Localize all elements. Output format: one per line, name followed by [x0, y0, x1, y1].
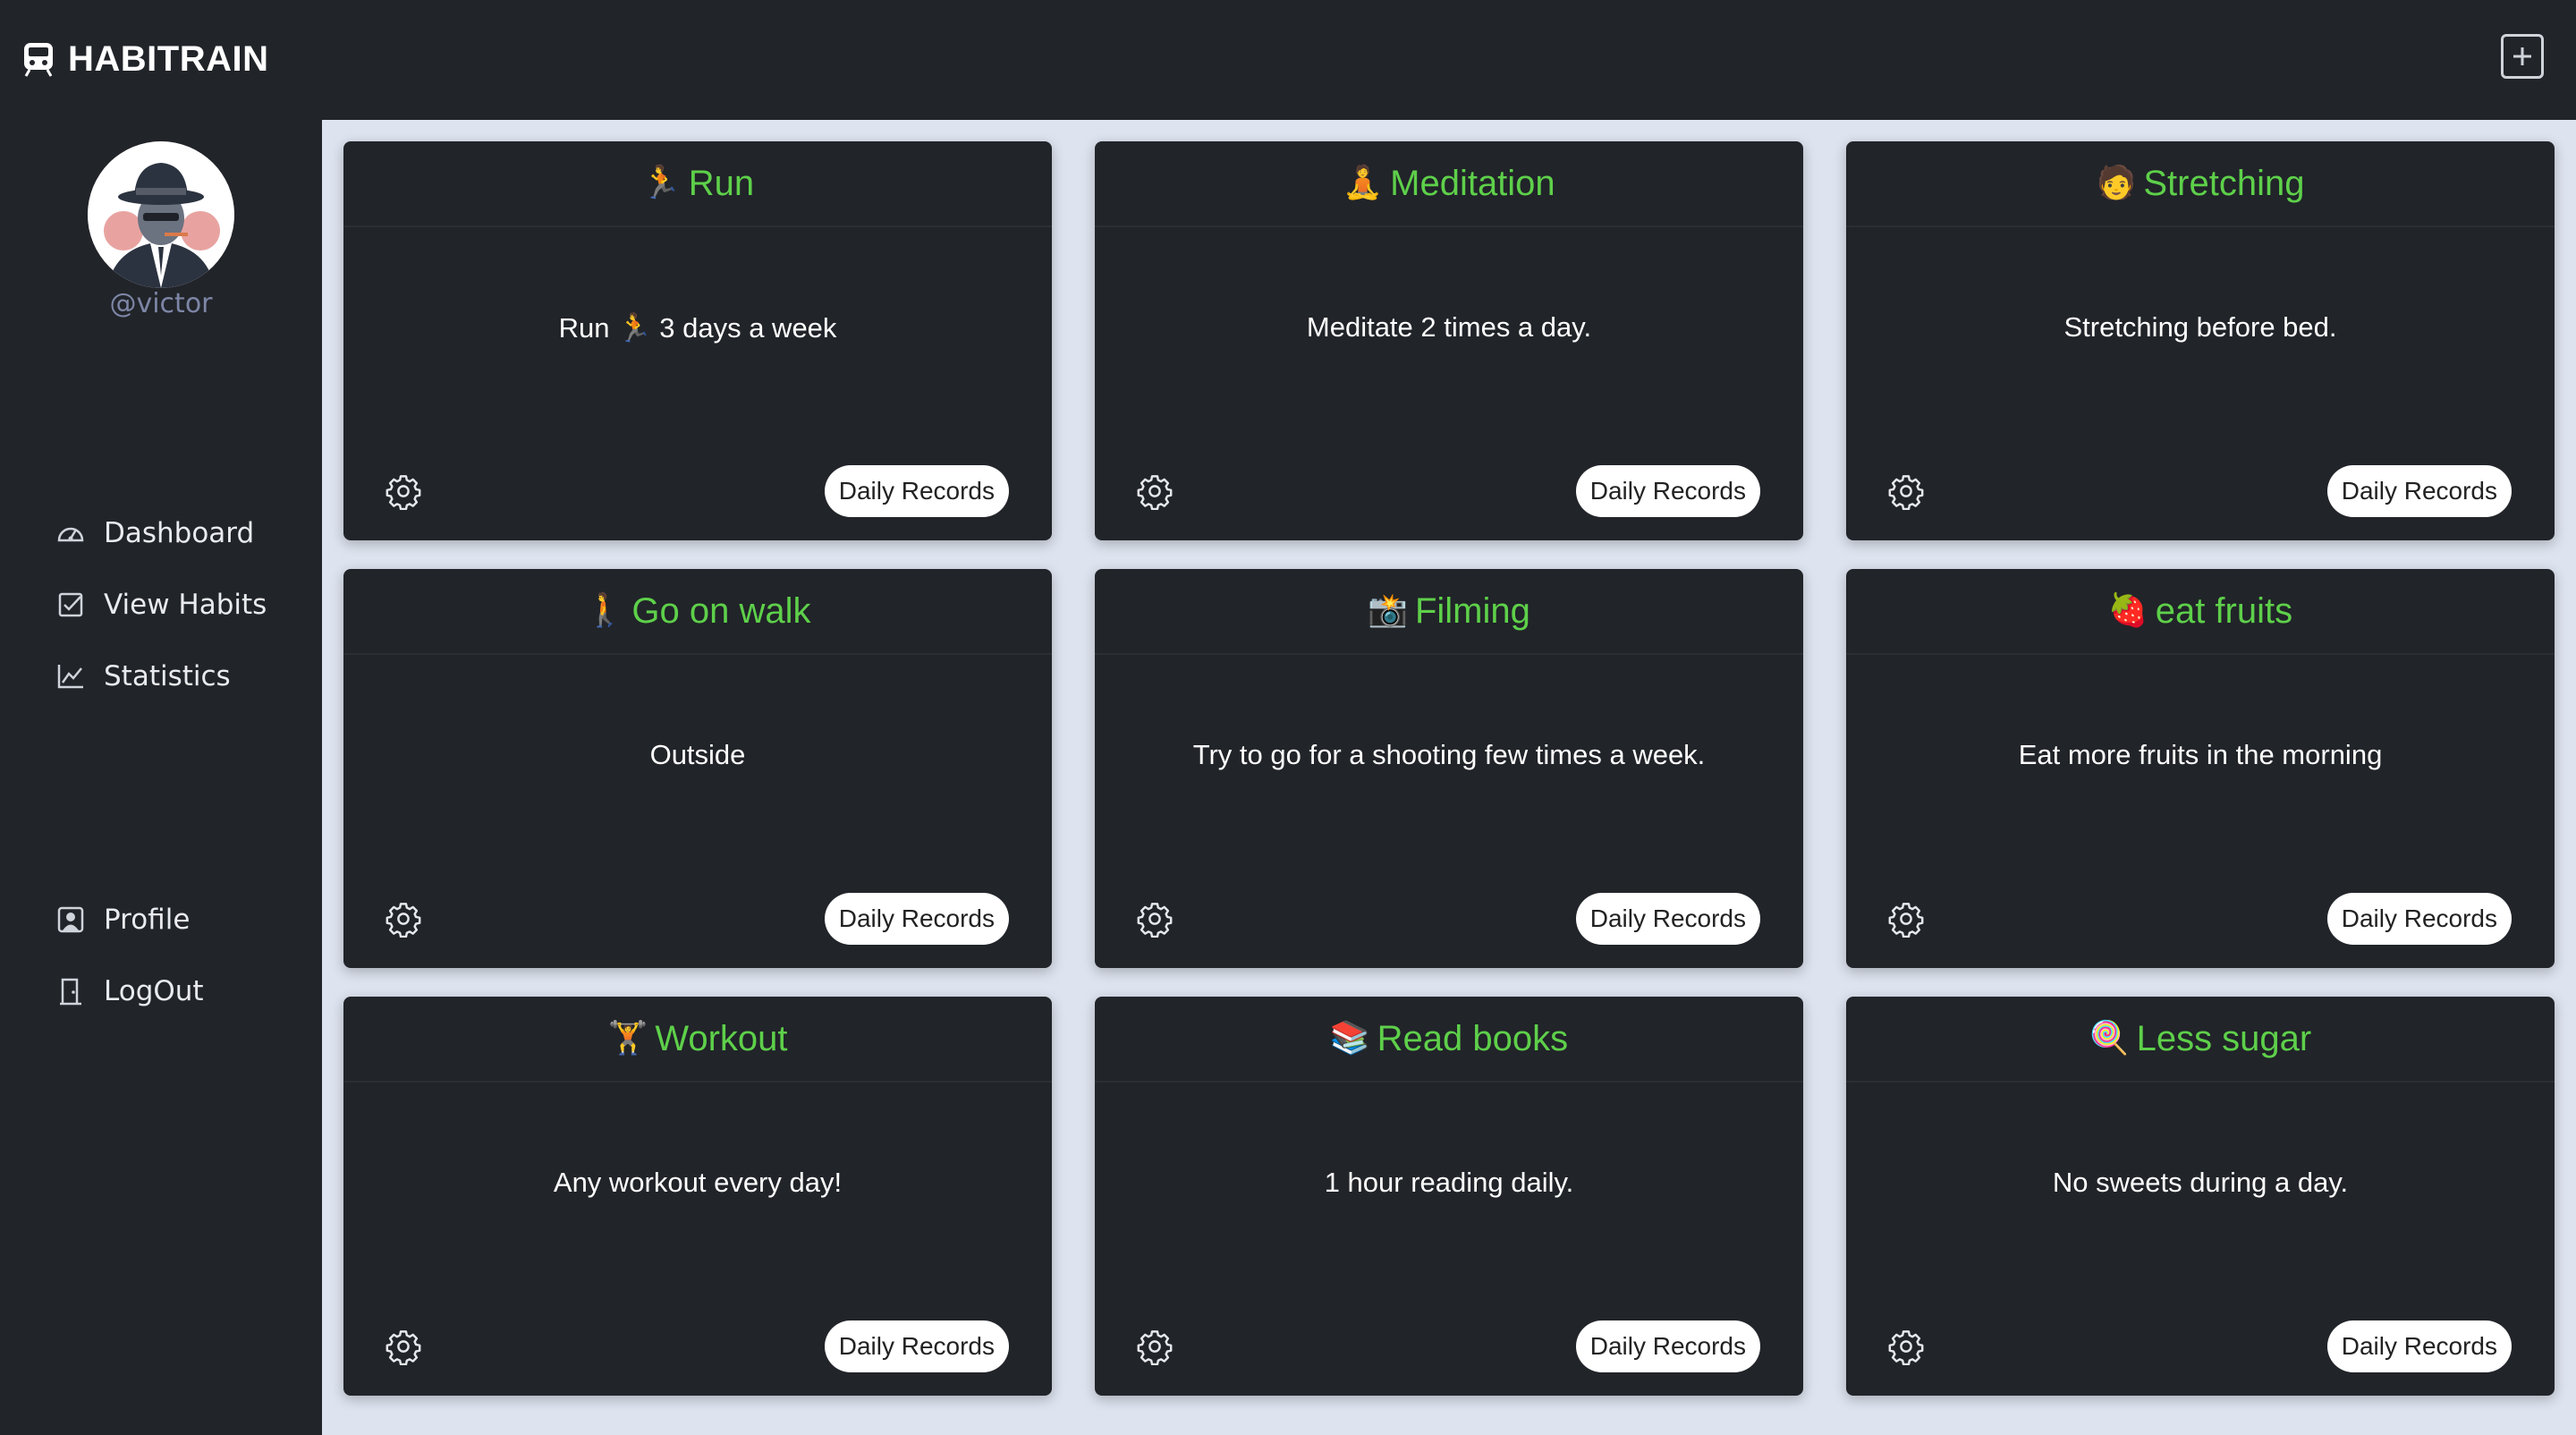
card-header: 🍓 eat fruits [1846, 569, 2555, 655]
habit-emoji-icon: 🏋 [607, 1020, 648, 1057]
nav-dashboard[interactable]: Dashboard [55, 517, 254, 549]
habit-emoji-icon: 🏃 [640, 165, 682, 201]
habit-card: 🧑 Stretching Stretching before bed. Dail… [1846, 141, 2555, 540]
gear-icon[interactable] [1887, 900, 1925, 938]
gear-icon[interactable] [1136, 472, 1174, 511]
user-handle[interactable]: @victor [0, 288, 322, 319]
card-header: 🚶 Go on walk [343, 569, 1052, 655]
speedometer-icon [55, 518, 86, 548]
card-header: 🍭 Less sugar [1846, 997, 2555, 1083]
habit-title[interactable]: Filming [1415, 591, 1530, 632]
daily-records-button[interactable]: Daily Records [824, 893, 1009, 945]
nav-label: LogOut [104, 975, 204, 1007]
nav-profile[interactable]: Profile [55, 904, 190, 936]
habit-description: Run 🏃 3 days a week [558, 312, 837, 344]
nav-label: View Habits [104, 589, 267, 621]
check-square-icon [55, 590, 86, 620]
habit-emoji-icon: 🧑 [2096, 165, 2137, 201]
door-icon [55, 976, 86, 1006]
habit-description: Outside [649, 739, 746, 770]
avatar[interactable] [88, 141, 234, 288]
habit-description: Stretching before bed. [2063, 311, 2337, 343]
daily-records-button[interactable]: Daily Records [1575, 465, 1760, 517]
habit-card: 📚 Read books 1 hour reading daily. Daily… [1095, 997, 1803, 1396]
gear-icon[interactable] [385, 472, 422, 511]
daily-records-button[interactable]: Daily Records [2326, 465, 2512, 517]
nav-label: Dashboard [104, 517, 255, 549]
daily-records-button[interactable]: Daily Records [2326, 893, 2512, 945]
habit-title[interactable]: Read books [1377, 1019, 1568, 1059]
habit-emoji-icon: 🚶 [584, 592, 625, 629]
habit-description: 1 hour reading daily. [1324, 1167, 1574, 1198]
habit-description: Try to go for a shooting few times a wee… [1192, 739, 1706, 770]
habit-title[interactable]: Stretching [2143, 164, 2304, 204]
habit-card: 🏋 Workout Any workout every day! Daily R… [343, 997, 1052, 1396]
habit-description: No sweets during a day. [2052, 1167, 2349, 1198]
card-header: 📚 Read books [1095, 997, 1803, 1083]
gear-icon[interactable] [385, 900, 422, 938]
habit-card: 📸 Filming Try to go for a shooting few t… [1095, 569, 1803, 968]
habit-card: 🚶 Go on walk Outside Daily Records [343, 569, 1052, 968]
top-bar: HABITRAIN [0, 0, 2576, 120]
habit-emoji-icon: 🍭 [2089, 1020, 2130, 1057]
daily-records-button[interactable]: Daily Records [2326, 1320, 2512, 1372]
nav-label: Profile [104, 904, 191, 936]
daily-records-button[interactable]: Daily Records [824, 465, 1009, 517]
habit-emoji-icon: 📚 [1329, 1020, 1370, 1057]
habit-description: Eat more fruits in the morning [2018, 739, 2383, 770]
nav-view-habits[interactable]: View Habits [55, 589, 267, 621]
nav-logout[interactable]: LogOut [55, 975, 204, 1007]
brand[interactable]: HABITRAIN [21, 32, 268, 86]
habit-card: 🏃 Run Run 🏃 3 days a week Daily Records [343, 141, 1052, 540]
app-name: HABITRAIN [68, 38, 269, 79]
card-header: 🧑 Stretching [1846, 141, 2555, 227]
gear-icon[interactable] [385, 1328, 422, 1366]
habit-title[interactable]: Workout [655, 1019, 787, 1059]
gear-icon[interactable] [1136, 900, 1174, 938]
habit-card: 🍓 eat fruits Eat more fruits in the morn… [1846, 569, 2555, 968]
person-square-icon [55, 904, 86, 935]
daily-records-button[interactable]: Daily Records [824, 1320, 1009, 1372]
habit-title[interactable]: Less sugar [2137, 1019, 2312, 1059]
habit-emoji-icon: 🍓 [2107, 592, 2148, 629]
nav-statistics[interactable]: Statistics [55, 660, 231, 692]
daily-records-button[interactable]: Daily Records [1575, 1320, 1760, 1372]
habit-card: 🍭 Less sugar No sweets during a day. Dai… [1846, 997, 2555, 1396]
daily-records-button[interactable]: Daily Records [1575, 893, 1760, 945]
habit-description: Meditate 2 times a day. [1306, 311, 1592, 343]
habit-title[interactable]: Run [689, 164, 754, 204]
habit-title[interactable]: Meditation [1390, 164, 1555, 204]
plus-icon [2513, 47, 2531, 65]
gear-icon[interactable] [1887, 1328, 1925, 1366]
habits-grid: 🏃 Run Run 🏃 3 days a week Daily Records … [322, 120, 2576, 1435]
habit-card: 🧘 Meditation Meditate 2 times a day. Dai… [1095, 141, 1803, 540]
habit-title[interactable]: Go on walk [631, 591, 810, 632]
nav-label: Statistics [104, 660, 231, 692]
habit-emoji-icon: 🧘 [1343, 165, 1384, 201]
line-chart-icon [55, 661, 86, 692]
card-header: 📸 Filming [1095, 569, 1803, 655]
gear-icon[interactable] [1136, 1328, 1174, 1366]
habit-description: Any workout every day! [553, 1167, 843, 1198]
habit-emoji-icon: 📸 [1368, 592, 1408, 629]
train-icon [21, 40, 55, 78]
sidebar: @victor Dashboard View Habits Statistics… [0, 120, 322, 1435]
habit-title[interactable]: eat fruits [2156, 591, 2292, 632]
add-habit-button[interactable] [2501, 34, 2544, 79]
card-header: 🧘 Meditation [1095, 141, 1803, 227]
card-header: 🏋 Workout [343, 997, 1052, 1083]
gear-icon[interactable] [1887, 472, 1925, 511]
card-header: 🏃 Run [343, 141, 1052, 227]
